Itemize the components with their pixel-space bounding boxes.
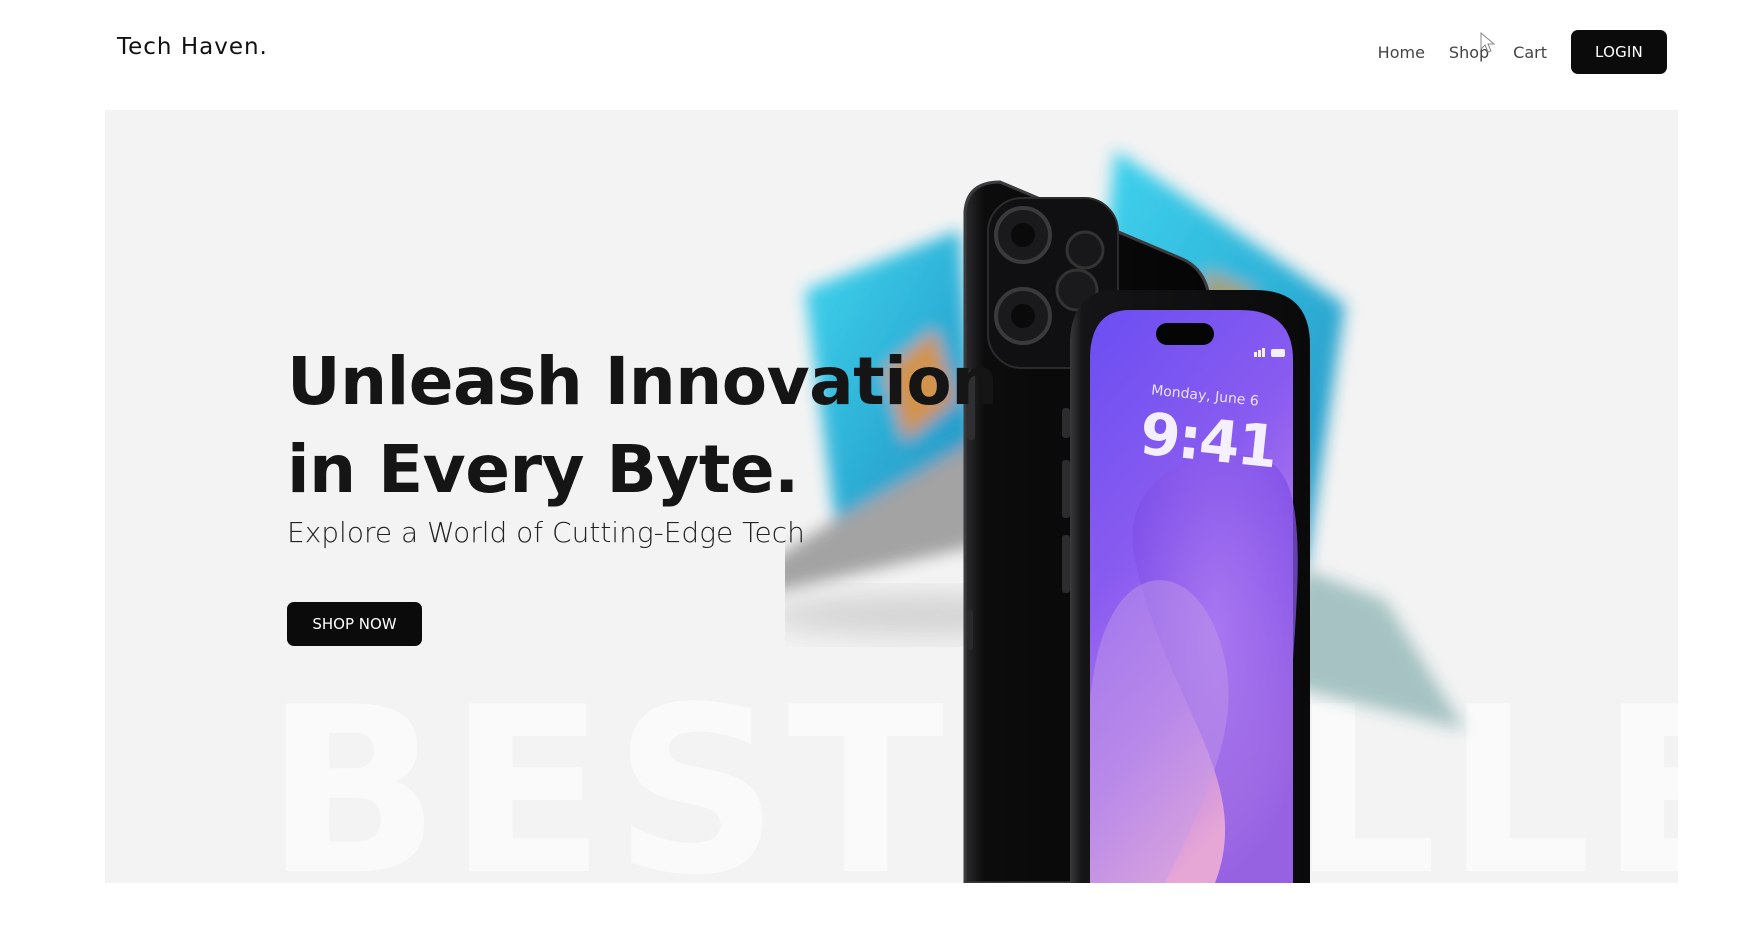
page: Tech Haven. Home Shop Cart LOGIN BESTSEL…	[0, 0, 1751, 930]
nav-link-cart[interactable]: Cart	[1513, 43, 1547, 62]
hero-headline: Unleash Innovation in Every Byte.	[287, 338, 1007, 514]
main-nav: Home Shop Cart LOGIN	[1378, 30, 1667, 74]
hero-subheadline: Explore a World of Cutting-Edge Tech	[287, 516, 805, 549]
hero-headline-line1: Unleash Innovation	[287, 343, 998, 420]
hero-headline-line2: in Every Byte.	[287, 431, 799, 508]
mouse-cursor-icon	[1480, 32, 1496, 53]
nav-link-home[interactable]: Home	[1378, 43, 1425, 62]
shop-now-button[interactable]: SHOP NOW	[287, 602, 422, 646]
hero-banner: BESTSELLE	[105, 110, 1678, 883]
brand-logo[interactable]: Tech Haven.	[117, 34, 268, 60]
phone-lockscreen-time: 9:41	[1136, 399, 1280, 482]
front-phone	[1062, 290, 1310, 883]
login-button[interactable]: LOGIN	[1571, 30, 1667, 74]
